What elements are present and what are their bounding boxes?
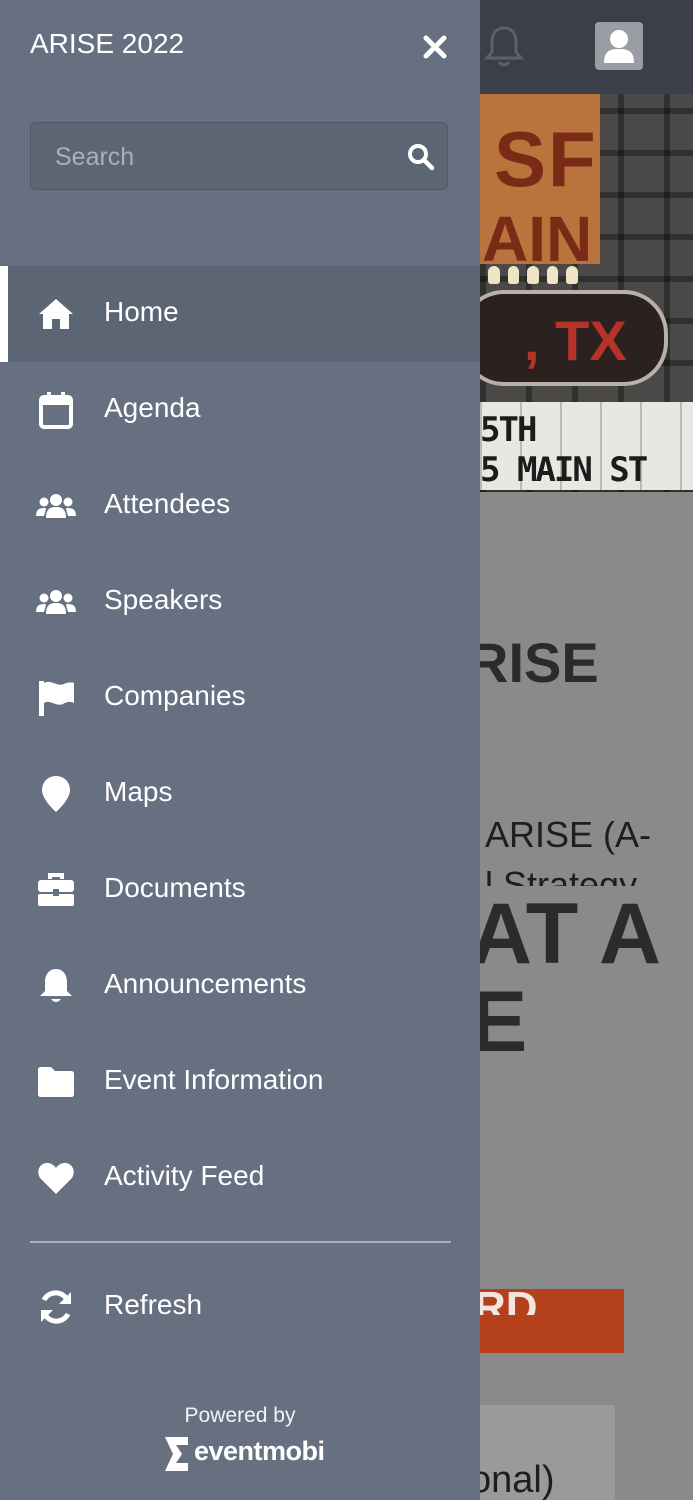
info-card: onal): [480, 1405, 615, 1500]
hero-banner-image: SF AIN , TX 5TH 5 MAIN ST: [480, 94, 693, 492]
hero-sign-text-2: AIN: [482, 203, 593, 275]
powered-by-text: Powered by: [184, 1404, 296, 1427]
users-icon: [36, 488, 76, 524]
nav-item-label: Companies: [104, 680, 246, 711]
hero-bulbs: [488, 266, 578, 284]
home-icon: [36, 296, 76, 332]
eventmobi-mark-icon: [165, 1437, 188, 1471]
nav-item-label: Agenda: [104, 392, 201, 423]
refresh-icon: [36, 1289, 76, 1325]
hero-marquee: , TX: [480, 290, 668, 386]
cta-button[interactable]: RD: [480, 1283, 624, 1353]
nav-item-speakers[interactable]: Speakers: [0, 554, 480, 650]
nav-item-announcements[interactable]: Announcements: [0, 938, 480, 1034]
hero-marquee-text: , TX: [524, 309, 627, 372]
users-icon: [36, 584, 76, 620]
hero-sign: SF AIN: [480, 94, 600, 275]
nav-item-label: Documents: [104, 872, 246, 903]
page-content: RISE ARISE (A- l Strategy AT A E RD onal…: [480, 492, 693, 1500]
briefcase-icon: [36, 872, 76, 908]
eventmobi-logo[interactable]: eventmobi: [162, 1434, 325, 1474]
hero-board-line-2: 5 MAIN ST: [480, 450, 648, 490]
map-pin-icon: [36, 776, 76, 812]
nav-item-event-information[interactable]: Event Information: [0, 1034, 480, 1130]
search-field[interactable]: [30, 122, 448, 191]
nav-item-maps[interactable]: Maps: [0, 746, 480, 842]
menu-divider: [30, 1241, 451, 1243]
avatar[interactable]: [595, 22, 643, 70]
user-icon: [604, 30, 634, 63]
info-card-text: onal): [480, 1459, 555, 1500]
folder-icon: [36, 1064, 76, 1100]
close-icon[interactable]: [418, 30, 452, 64]
hero-board-line-1: 5TH: [480, 410, 537, 450]
hero-board: 5TH 5 MAIN ST: [480, 402, 693, 490]
nav-item-label: Home: [104, 296, 179, 327]
nav-item-home[interactable]: Home: [0, 266, 480, 362]
flag-icon: [36, 680, 76, 716]
nav-item-label: Event Information: [104, 1064, 324, 1095]
brand-name: eventmobi: [194, 1436, 325, 1466]
intro-text-line-2: l Strategy: [485, 864, 638, 886]
intro-text-line-1: ARISE (A-: [485, 814, 652, 855]
refresh-button[interactable]: Refresh: [0, 1259, 480, 1355]
search-input[interactable]: [53, 123, 387, 191]
nav-item-agenda[interactable]: Agenda: [0, 362, 480, 458]
notification-bell-icon[interactable]: [483, 24, 525, 70]
nav-item-label: Maps: [104, 776, 173, 807]
nav-item-label: Activity Feed: [104, 1160, 265, 1191]
event-title: ARISE 2022: [30, 28, 185, 59]
hero-sign-text: SF: [494, 115, 598, 203]
nav-item-companies[interactable]: Companies: [0, 650, 480, 746]
headline: AT A E: [480, 886, 662, 1070]
nav-item-activity-feed[interactable]: Activity Feed: [0, 1130, 480, 1226]
nav-item-label: Attendees: [104, 488, 231, 519]
page-heading: RISE: [480, 631, 599, 694]
nav-item-label: Announcements: [104, 968, 307, 999]
nav-menu: Home Agenda Attendees Speakers Companies: [0, 266, 480, 1226]
nav-item-label: Speakers: [104, 584, 223, 615]
refresh-label: Refresh: [104, 1289, 203, 1320]
navigation-drawer: ARISE 2022 Home Agenda Attendees: [0, 0, 480, 1500]
bell-icon: [36, 968, 76, 1004]
nav-item-documents[interactable]: Documents: [0, 842, 480, 938]
calendar-icon: [36, 392, 76, 429]
heart-icon: [36, 1160, 76, 1196]
search-icon[interactable]: [407, 143, 435, 171]
cta-button-label: RD: [480, 1283, 538, 1315]
nav-item-attendees[interactable]: Attendees: [0, 458, 480, 554]
